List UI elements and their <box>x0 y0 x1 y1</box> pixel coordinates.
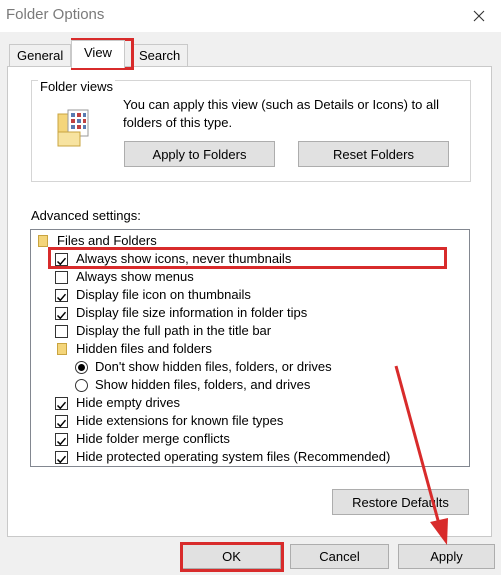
tab-view-label: View <box>84 45 112 60</box>
annotation-arrow <box>394 365 448 545</box>
tab-view[interactable]: View <box>71 40 125 68</box>
